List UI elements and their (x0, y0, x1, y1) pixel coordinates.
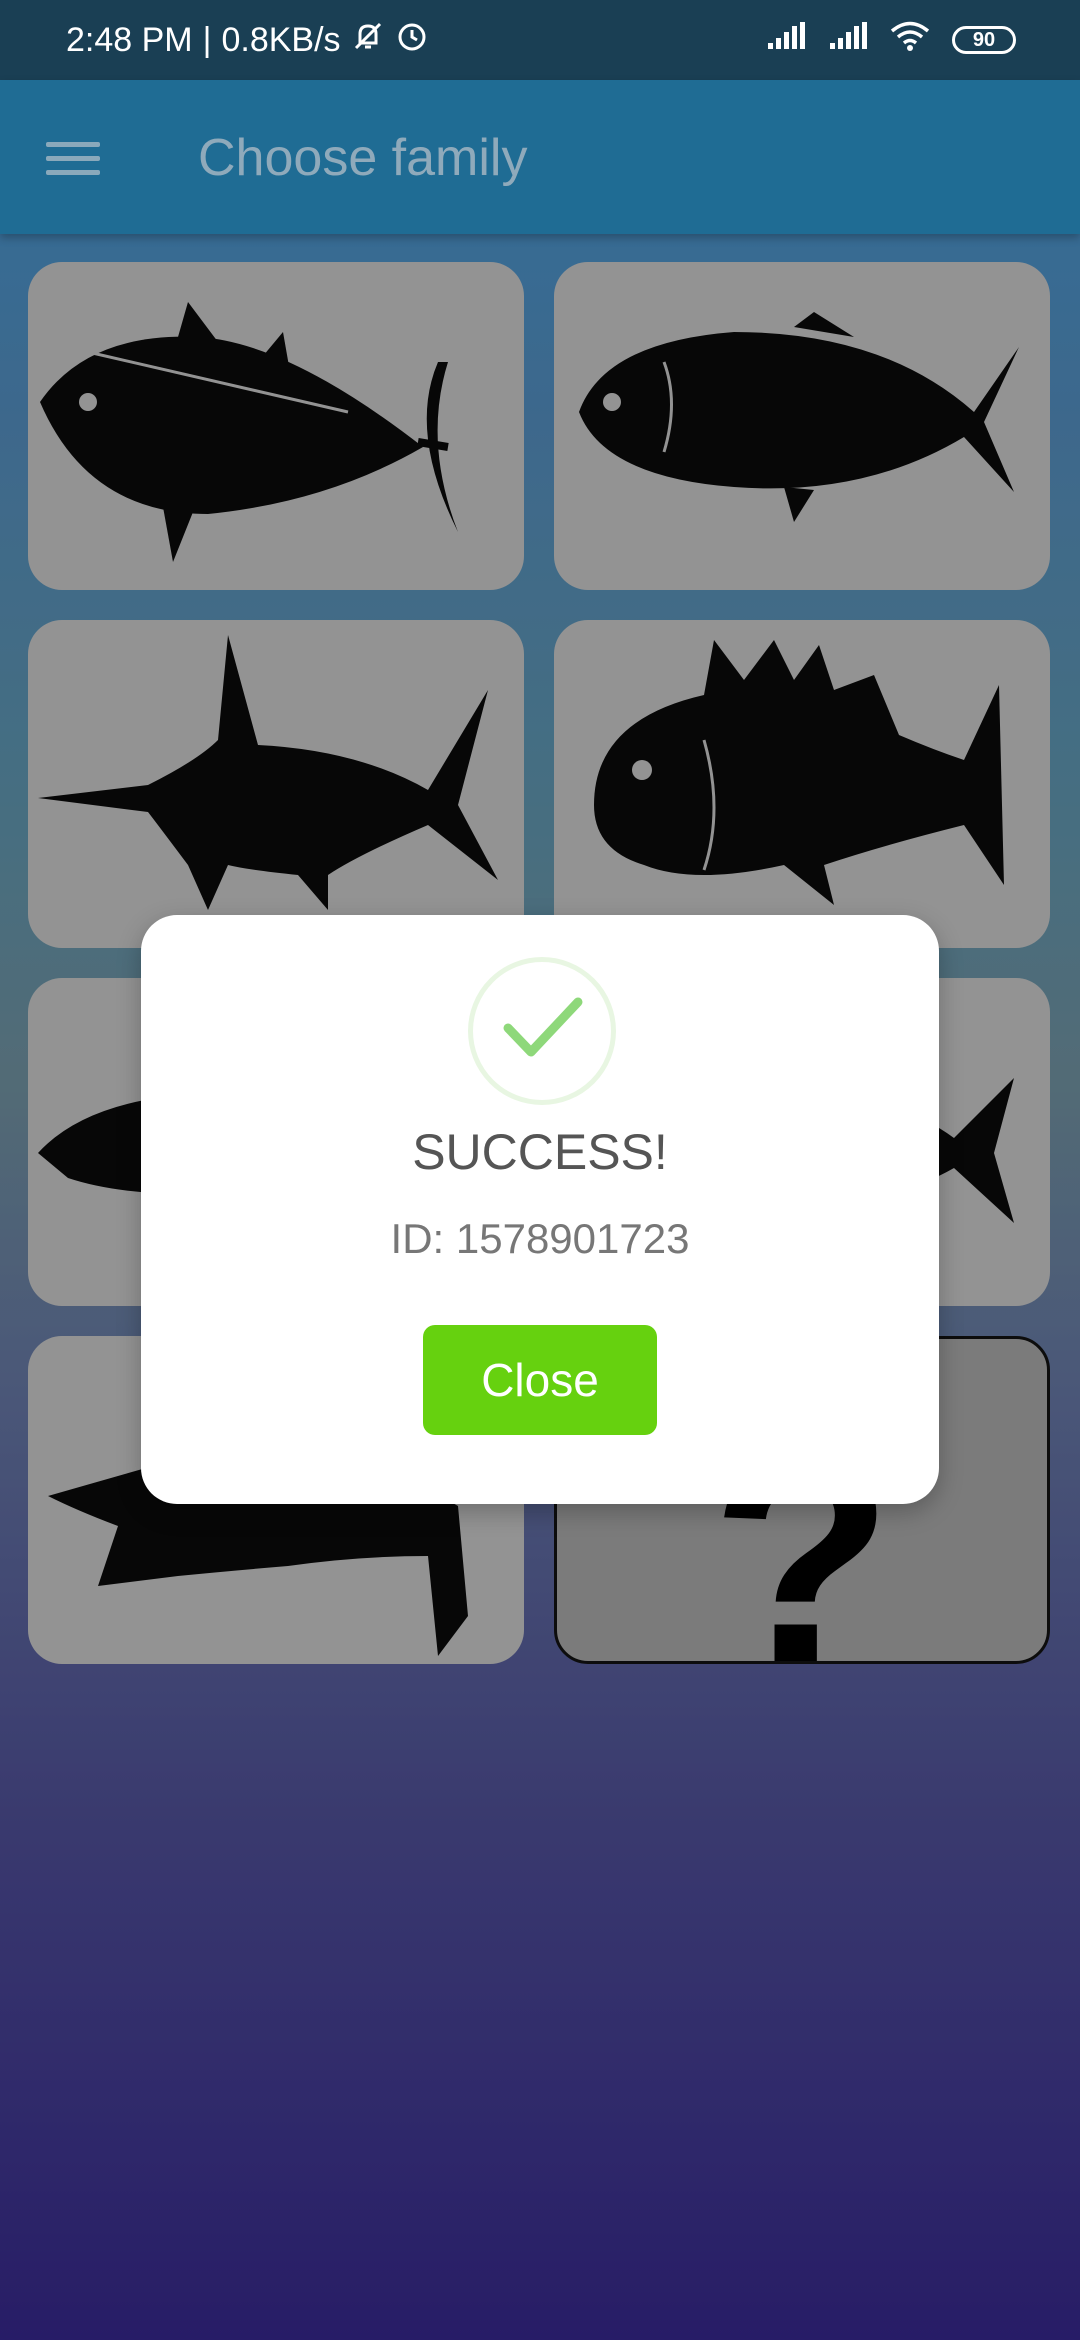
status-bar: 2:48 PM | 0.8KB/s 90 (0, 0, 1080, 80)
status-separator: | (202, 20, 212, 59)
dialog-title: SUCCESS! (412, 1124, 668, 1180)
alarm-icon (395, 19, 429, 62)
page-title: Choose family (198, 129, 528, 187)
signal-icon-2 (828, 21, 868, 60)
success-dialog: SUCCESS! ID: 1578901723 Close (141, 915, 939, 1504)
checkmark-icon (503, 997, 583, 1057)
screen: 2:48 PM | 0.8KB/s 90 Choose family ? SUC… (0, 0, 1080, 2340)
status-time: 2:48 PM (66, 20, 193, 59)
battery-icon: 90 (952, 26, 1016, 54)
close-button[interactable]: Close (423, 1325, 657, 1435)
status-left: 2:48 PM | 0.8KB/s (66, 0, 429, 80)
hamburger-menu-icon[interactable] (46, 128, 106, 188)
signal-icon (766, 21, 806, 60)
wifi-icon (890, 20, 930, 61)
success-ring (468, 957, 616, 1105)
bell-off-icon (351, 19, 385, 62)
dialog-message: ID: 1578901723 (390, 1215, 690, 1262)
status-net-speed: 0.8KB/s (221, 20, 341, 59)
status-right: 90 (766, 0, 1016, 80)
app-bar: Choose family (0, 80, 1080, 234)
